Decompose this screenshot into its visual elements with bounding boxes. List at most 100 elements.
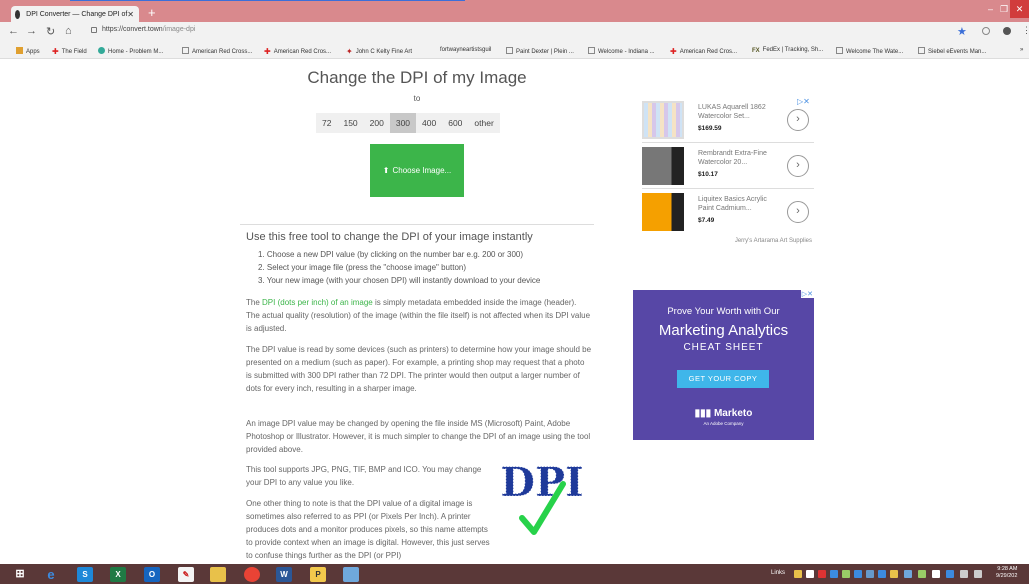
upload-icon: ⬆	[382, 166, 390, 175]
tray-icon[interactable]	[932, 570, 940, 578]
paragraph-ppi: One other thing to note is that the DPI …	[246, 499, 490, 560]
internet-explorer-icon[interactable]: e	[43, 567, 59, 582]
tray-icon[interactable]	[818, 570, 826, 578]
tray-icon[interactable]	[918, 570, 926, 578]
tray-icon[interactable]	[904, 570, 912, 578]
address-bar[interactable]: https://convert.town/image-dpi	[102, 26, 195, 33]
dpi-option-200[interactable]: 200	[364, 113, 390, 133]
window-close-icon[interactable]: ✕	[1010, 0, 1029, 18]
banner-line-3: CHEAT SHEET	[683, 342, 764, 353]
bookmark-item[interactable]: ✚ American Red Cros...	[670, 47, 737, 56]
tray-icon[interactable]	[946, 570, 954, 578]
new-tab-button[interactable]: +	[148, 6, 156, 20]
extension-icon[interactable]	[982, 27, 990, 35]
menu-icon[interactable]: ⋮	[1022, 25, 1029, 36]
skype-icon[interactable]: S	[77, 567, 93, 582]
back-icon[interactable]: ←	[8, 25, 19, 37]
ad-advertiser[interactable]: Jerry's Artarama Art Supplies	[642, 238, 812, 244]
tray-icon[interactable]	[866, 570, 874, 578]
clock-time: 9:28 AM	[997, 566, 1018, 572]
dpi-option-72[interactable]: 72	[316, 113, 337, 133]
file-manager-icon[interactable]: P	[310, 567, 326, 582]
bookmark-item[interactable]: ✚ American Red Cros...	[264, 47, 331, 56]
dpi-option-other[interactable]: other	[468, 113, 499, 133]
app-icon[interactable]	[343, 567, 359, 582]
tray-icon[interactable]	[854, 570, 862, 578]
bookmark-item[interactable]: Welcome - Indiana ...	[588, 47, 655, 55]
tab-favicon-icon	[15, 9, 21, 19]
page-icon	[506, 47, 513, 54]
bookmark-apps[interactable]: Apps	[16, 47, 40, 55]
tray-icon[interactable]	[794, 570, 802, 578]
home-icon[interactable]: ⌂	[65, 25, 72, 37]
banner-line-1: Prove Your Worth with Our	[667, 306, 780, 317]
acrylic-paint-thumbnail	[642, 193, 684, 231]
bookmark-item[interactable]: ✚ The Field	[52, 47, 87, 56]
tray-icon[interactable]	[890, 570, 898, 578]
network-icon[interactable]	[960, 570, 968, 578]
chevron-right-icon[interactable]: ›	[787, 109, 809, 131]
bookmark-item[interactable]: ✦ John C Kelty Fine Art	[346, 47, 412, 56]
chevron-right-icon[interactable]: ›	[787, 201, 809, 223]
dpi-option-600[interactable]: 600	[442, 113, 468, 133]
tray-icon[interactable]	[830, 570, 838, 578]
marketo-banner-ad[interactable]: ▷✕ Prove Your Worth with Our Marketing A…	[633, 290, 814, 440]
bookmark-item[interactable]: fortwayneartistsguil	[440, 47, 491, 53]
get-your-copy-button[interactable]: GET YOUR COPY	[677, 370, 769, 388]
tab-close-icon[interactable]: ✕	[127, 10, 134, 19]
page-title: Change the DPI of my Image	[307, 68, 527, 87]
dpi-logo-text: DPI	[500, 460, 583, 506]
paint-icon[interactable]: ✎	[178, 567, 194, 582]
bookmark-star-icon[interactable]: ★	[957, 25, 967, 38]
bookmark-item[interactable]: Welcome The Wate...	[836, 47, 903, 55]
product-ad[interactable]: LUKAS Aquarell 1862 Watercolor Set... $1…	[642, 97, 814, 143]
paragraph-formats: This tool supports JPG, PNG, TIF, BMP an…	[246, 465, 482, 487]
more-bookmarks-icon[interactable]: »	[1020, 47, 1023, 53]
bookmark-item[interactable]: American Red Cross...	[182, 47, 252, 55]
lock-icon	[91, 27, 97, 33]
banner-line-2: Marketing Analytics	[658, 322, 789, 339]
tray-icon[interactable]	[842, 570, 850, 578]
minimize-icon[interactable]: –	[988, 4, 993, 14]
forward-icon[interactable]: →	[26, 25, 37, 37]
paragraph-dpi-printing: The DPI value is read by some devices (s…	[246, 345, 592, 393]
red-cross-icon: ✚	[52, 47, 59, 56]
dpi-option-300[interactable]: 300	[389, 113, 417, 133]
dpi-option-400[interactable]: 400	[416, 113, 442, 133]
watercolor-set-thumbnail	[642, 101, 684, 139]
profile-avatar[interactable]	[1003, 27, 1011, 35]
product-ads: LUKAS Aquarell 1862 Watercolor Set... $1…	[642, 97, 814, 249]
restore-icon[interactable]: ❐	[1000, 4, 1008, 15]
section-heading: Use this free tool to change the DPI of …	[246, 231, 533, 243]
browser-tab[interactable]: DPI Converter — Change DPI of ✕	[11, 6, 139, 22]
tray-icon[interactable]	[878, 570, 886, 578]
product-ad[interactable]: Rembrandt Extra-Fine Watercolor 20... $1…	[642, 143, 814, 189]
windows-start-icon[interactable]: ⊞	[12, 567, 28, 582]
site-icon	[98, 47, 105, 54]
links-toolbar[interactable]: Links	[771, 570, 785, 576]
volume-icon[interactable]	[974, 570, 982, 578]
choose-image-label: Choose Image...	[392, 166, 452, 175]
bookmark-item[interactable]: Home - Problem M...	[98, 47, 163, 55]
adchoices-icon[interactable]: ▷✕	[800, 290, 814, 298]
bookmark-item[interactable]: Siebel eEvents Man...	[918, 47, 986, 55]
excel-icon[interactable]: X	[110, 567, 126, 582]
file-explorer-icon[interactable]	[210, 567, 226, 582]
bookmark-item[interactable]: FX FedEx | Tracking, Sh...	[752, 47, 823, 55]
taskbar-clock[interactable]: 9:28 AM 9/29/202	[996, 566, 1017, 580]
word-icon[interactable]: W	[276, 567, 292, 582]
marketo-tagline: An Adobe Company	[703, 421, 744, 426]
reload-icon[interactable]: ↻	[46, 25, 55, 38]
choose-image-button[interactable]: ⬆ Choose Image...	[370, 144, 464, 197]
tray-icon[interactable]	[806, 570, 814, 578]
url-path: /image-dpi	[162, 26, 196, 33]
bookmark-item[interactable]: Paint Dexter | Plein ...	[506, 47, 574, 55]
chevron-right-icon[interactable]: ›	[787, 155, 809, 177]
chrome-icon[interactable]	[244, 567, 260, 582]
dpi-option-150[interactable]: 150	[337, 113, 363, 133]
dpi-link[interactable]: DPI (dots per inch) of an image	[262, 298, 373, 307]
site-icon: ✦	[346, 47, 353, 56]
product-ad[interactable]: Liquitex Basics Acrylic Paint Cadmium...…	[642, 189, 814, 235]
outlook-icon[interactable]: O	[144, 567, 160, 582]
fedex-icon: FX	[752, 48, 760, 54]
